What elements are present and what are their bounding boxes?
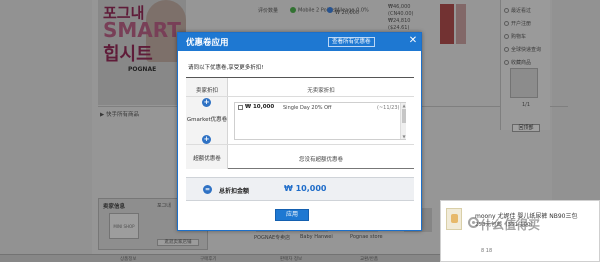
coupon-name: Single Day 20% Off xyxy=(283,104,332,111)
extra-coupon-value: 您没有超额优惠卷 xyxy=(298,157,343,163)
row-label-seller-discount: 卖家折扣 xyxy=(195,88,218,94)
total-discount-label: 总折扣金额 xyxy=(219,188,250,195)
row-label-gmarket-coupon: Gmarket优惠卷 xyxy=(186,117,228,123)
row-divider xyxy=(186,144,414,145)
modal-title: 优惠卷应用 xyxy=(186,38,229,48)
coupon-row[interactable]: ₩ 10,000 Single Day 20% Off (~11/23) xyxy=(235,103,400,112)
gmarket-coupon-list: ₩ 10,000 Single Day 20% Off (~11/23) ▲ ▼ xyxy=(234,102,406,140)
seller-discount-value: 无卖家折扣 xyxy=(307,88,335,94)
view-all-coupons-link[interactable]: 查看所有优惠卷 xyxy=(328,37,375,47)
coupon-table: 卖家折扣 + Gmarket优惠卷 + 超额优惠卷 无卖家折扣 ₩ 10,000… xyxy=(186,77,414,169)
notification-product-image xyxy=(446,208,462,230)
notification-footer: 8 18 xyxy=(481,248,493,254)
modal-intro: 请同以下优惠卷,享受更多折扣! xyxy=(188,65,264,71)
coupon-checkbox[interactable] xyxy=(238,105,243,110)
plus-icon: + xyxy=(202,98,211,107)
coupon-list-scrollbar[interactable]: ▲ ▼ xyxy=(400,103,406,139)
coupon-table-labels: 卖家折扣 + Gmarket优惠卷 + 超额优惠卷 xyxy=(186,78,228,169)
coupon-amount: ₩ 10,000 xyxy=(245,104,275,110)
total-discount-bar: = 总折扣金额 ₩ 10,000 xyxy=(186,177,414,201)
row-divider xyxy=(186,96,414,97)
apply-button[interactable]: 应用 xyxy=(275,209,309,221)
watermark: 什么值得买 xyxy=(480,218,541,232)
plus-icon: + xyxy=(202,135,211,144)
coupon-modal: 优惠卷应用 查看所有优惠卷 ✕ 请同以下优惠卷,享受更多折扣! 卖家折扣 + G… xyxy=(177,32,422,231)
total-discount-amount: ₩ 10,000 xyxy=(284,184,327,193)
row-label-extra-coupon: 超额优惠卷 xyxy=(193,156,221,162)
scroll-thumb[interactable] xyxy=(402,109,406,123)
watermark-icon xyxy=(468,217,479,228)
equals-icon: = xyxy=(203,185,212,194)
scroll-down-icon[interactable]: ▼ xyxy=(401,134,407,139)
modal-header: 优惠卷应用 查看所有优惠卷 ✕ xyxy=(178,33,421,51)
coupon-expiry: (~11/23) xyxy=(377,104,400,111)
close-icon[interactable]: ✕ xyxy=(407,35,419,47)
scroll-up-icon[interactable]: ▲ xyxy=(401,103,407,108)
